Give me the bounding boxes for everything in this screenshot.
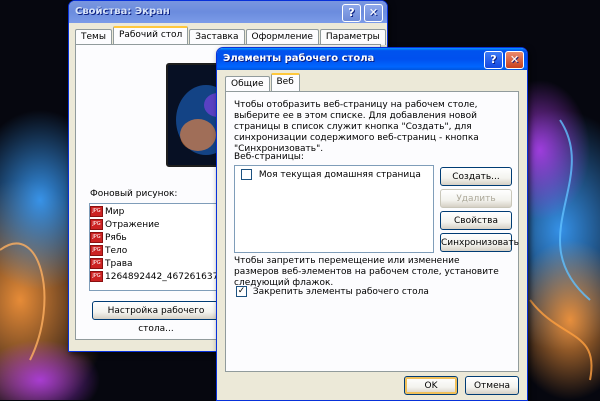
desktop-items-window: Элементы рабочего стола ? ✕ Общие Веб Чт… <box>216 47 528 401</box>
webpage-checkbox[interactable] <box>241 169 252 180</box>
webpages-label: Веб-страницы: <box>234 152 304 162</box>
tab-themes[interactable]: Темы <box>75 29 112 45</box>
list-item[interactable]: Моя текущая домашняя страница <box>235 166 433 183</box>
desktop-items-titlebar[interactable]: Элементы рабочего стола ? ✕ <box>217 48 527 70</box>
properties-button[interactable]: Свойства <box>440 211 512 230</box>
wallpaper-name: Трава <box>105 259 133 269</box>
create-button[interactable]: Создать... <box>440 167 512 186</box>
image-file-icon: JPG <box>90 245 103 256</box>
tab-web[interactable]: Веб <box>270 73 300 93</box>
wallpaper-name: Рябь <box>105 233 127 243</box>
delete-button[interactable]: Удалить <box>440 189 512 208</box>
lock-description: Чтобы запретить перемещение или изменени… <box>234 256 499 288</box>
lock-items-row[interactable]: ✓ Закрепить элементы рабочего стола <box>236 286 429 297</box>
ok-button[interactable]: OK <box>404 376 458 395</box>
intro-text: Чтобы отобразить веб-страницу на рабочем… <box>234 100 479 154</box>
lock-items-checkbox[interactable]: ✓ <box>236 286 247 297</box>
window-title: Свойства: Экран <box>75 6 170 17</box>
customize-desktop-button[interactable]: Настройка рабочего стола... <box>92 301 220 334</box>
display-tabs: Темы Рабочий стол Заставка Оформление Па… <box>75 26 387 46</box>
image-file-icon: JPG <box>90 206 103 217</box>
synchronize-button[interactable]: Синхронизовать <box>440 233 519 252</box>
image-file-icon: JPG <box>90 219 103 230</box>
image-file-icon: JPG <box>90 232 103 243</box>
tab-appearance[interactable]: Оформление <box>245 29 319 45</box>
tab-settings[interactable]: Параметры <box>319 29 386 45</box>
wallpaper-label: Фоновый рисунок: <box>90 189 178 199</box>
help-button[interactable]: ? <box>342 4 361 22</box>
webpages-list[interactable]: Моя текущая домашняя страница <box>234 165 434 253</box>
cancel-button[interactable]: Отмена <box>465 376 519 395</box>
desktop-items-tabs: Общие Веб <box>225 73 301 93</box>
wallpaper-name: Отражение <box>105 220 160 230</box>
tab-desktop[interactable]: Рабочий стол <box>112 26 189 46</box>
webpage-label: Моя текущая домашняя страница <box>258 170 421 180</box>
wallpaper-name: Мир <box>105 207 125 217</box>
tab-screensaver[interactable]: Заставка <box>189 29 245 45</box>
close-button[interactable]: ✕ <box>364 4 383 22</box>
web-tab-panel: Чтобы отобразить веб-страницу на рабочем… <box>225 91 519 372</box>
image-file-icon: JPG <box>90 258 103 269</box>
window-title: Элементы рабочего стола <box>223 53 375 64</box>
help-button[interactable]: ? <box>484 51 503 69</box>
lock-items-label: Закрепить элементы рабочего стола <box>252 287 429 297</box>
tab-general[interactable]: Общие <box>225 76 270 92</box>
wallpaper-name: Тело <box>105 246 128 256</box>
display-properties-titlebar[interactable]: Свойства: Экран ? ✕ <box>69 1 387 23</box>
image-file-icon: JPG <box>90 271 103 282</box>
close-button[interactable]: ✕ <box>505 51 524 69</box>
